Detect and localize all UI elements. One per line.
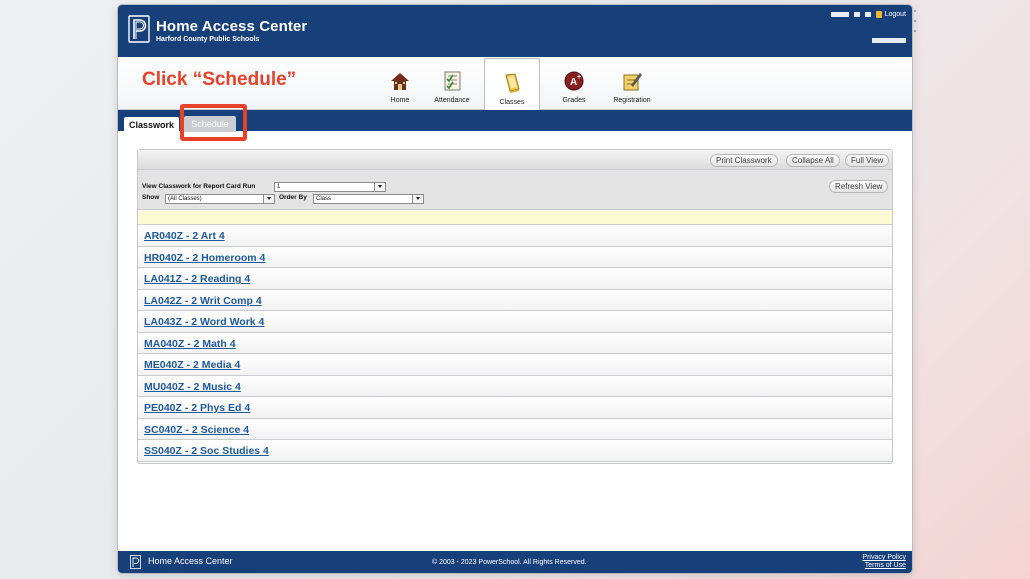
nav-registration[interactable]: Registration <box>604 62 660 108</box>
privacy-policy-link[interactable]: Privacy Policy <box>862 554 906 562</box>
chevron-down-icon <box>412 195 423 203</box>
list-item: ME040Z - 2 Media 4 <box>138 353 892 376</box>
nav-attendance[interactable]: Attendance <box>424 62 480 108</box>
district-name: Harford County Public Schools <box>156 36 260 43</box>
terms-of-use-link[interactable]: Terms of Use <box>862 562 906 570</box>
nav-grades[interactable]: A + Grades <box>546 62 602 108</box>
footer-links: Privacy Policy Terms of Use <box>862 554 906 570</box>
nav-home-label: Home <box>390 97 410 104</box>
print-classwork-button[interactable]: Print Classwork <box>710 154 778 167</box>
app-title: Home Access Center <box>156 18 308 35</box>
filter-bar: View Classwork for Report Card Run 1 Sho… <box>138 170 892 210</box>
class-link[interactable]: MA040Z - 2 Math 4 <box>144 338 236 350</box>
list-item: MU040Z - 2 Music 4 <box>138 374 892 397</box>
collapse-all-button[interactable]: Collapse All <box>786 154 840 167</box>
powerschool-logo-icon <box>130 555 141 569</box>
class-link[interactable]: LA041Z - 2 Reading 4 <box>144 273 250 285</box>
list-item: SC040Z - 2 Science 4 <box>138 417 892 440</box>
class-link[interactable]: MU040Z - 2 Music 4 <box>144 381 241 393</box>
redacted-user-name <box>830 12 849 17</box>
redacted-user-name <box>853 12 860 17</box>
panel-toolbar: Print Classwork Collapse All Full View <box>138 150 892 170</box>
full-view-button[interactable]: Full View <box>845 154 890 167</box>
top-nav: Click “Schedule” Home Attendance Classes… <box>118 57 912 110</box>
lock-icon <box>875 11 882 18</box>
list-item: SS040Z - 2 Soc Studies 4 <box>138 439 892 462</box>
chevron-down-icon <box>374 183 385 191</box>
class-link[interactable]: SC040Z - 2 Science 4 <box>144 424 249 436</box>
redacted-student-name <box>872 38 906 43</box>
nav-home[interactable]: Home <box>372 62 428 108</box>
order-by-value: Class <box>316 196 332 202</box>
nav-classes-label: Classes <box>499 99 525 106</box>
class-list: AR040Z - 2 Art 4 HR040Z - 2 Homeroom 4 L… <box>138 224 892 462</box>
refresh-view-button[interactable]: Refresh View <box>829 180 889 193</box>
class-link[interactable]: ME040Z - 2 Media 4 <box>144 359 240 371</box>
tab-classwork[interactable]: Classwork <box>124 117 180 133</box>
show-select[interactable]: (All Classes) <box>165 194 275 204</box>
grades-icon: A + <box>564 71 584 91</box>
class-link[interactable]: LA042Z - 2 Writ Comp 4 <box>144 295 262 307</box>
svg-text:+: + <box>577 74 581 81</box>
show-value: (All Classes) <box>168 196 202 202</box>
powerschool-logo-icon <box>128 15 150 43</box>
class-link[interactable]: HR040Z - 2 Homeroom 4 <box>144 252 265 264</box>
app-footer: Home Access Center © 2003 - 2023 PowerSc… <box>118 551 912 573</box>
book-icon <box>505 73 520 93</box>
nav-attendance-label: Attendance <box>434 97 470 104</box>
list-item: HR040Z - 2 Homeroom 4 <box>138 245 892 268</box>
order-by-label: Order By <box>279 194 307 201</box>
list-item: PE040Z - 2 Phys Ed 4 <box>138 396 892 419</box>
instruction-callout: Click “Schedule” <box>142 69 297 90</box>
nav-grades-label: Grades <box>562 97 586 104</box>
class-link[interactable]: SS040Z - 2 Soc Studies 4 <box>144 445 269 457</box>
browser-window: Home Access Center Harford County Public… <box>118 5 912 573</box>
class-link[interactable]: PE040Z - 2 Phys Ed 4 <box>144 402 250 414</box>
show-label: Show <box>142 194 160 201</box>
house-icon <box>391 73 409 90</box>
info-notice-bar <box>138 211 892 224</box>
report-card-run-label: View Classwork for Report Card Run <box>142 183 256 190</box>
list-item: LA043Z - 2 Word Work 4 <box>138 310 892 333</box>
logout-link[interactable]: Logout <box>875 11 906 18</box>
redacted-user-name <box>864 12 871 17</box>
more-options-icon[interactable] <box>912 10 918 32</box>
attendance-icon <box>444 71 461 91</box>
chevron-down-icon <box>263 195 274 203</box>
report-card-run-value: 1 <box>277 184 281 190</box>
report-card-run-select[interactable]: 1 <box>274 182 386 192</box>
user-area: Logout <box>830 11 906 18</box>
footer-title: Home Access Center <box>148 556 233 566</box>
class-link[interactable]: AR040Z - 2 Art 4 <box>144 230 225 242</box>
nav-registration-label: Registration <box>613 97 651 104</box>
list-item: LA041Z - 2 Reading 4 <box>138 267 892 290</box>
class-link[interactable]: LA043Z - 2 Word Work 4 <box>144 316 264 328</box>
app-header: Home Access Center Harford County Public… <box>118 5 912 57</box>
order-by-select[interactable]: Class <box>313 194 424 204</box>
list-item: AR040Z - 2 Art 4 <box>138 224 892 247</box>
classwork-panel: Print Classwork Collapse All Full View V… <box>137 149 893 464</box>
nav-classes[interactable]: Classes <box>484 58 540 110</box>
registration-icon <box>623 73 642 91</box>
schedule-highlight-box <box>180 104 247 141</box>
list-item: MA040Z - 2 Math 4 <box>138 331 892 354</box>
logout-label: Logout <box>884 11 906 18</box>
copyright-text: © 2003 - 2023 PowerSchool. All Rights Re… <box>432 559 587 566</box>
list-item: LA042Z - 2 Writ Comp 4 <box>138 288 892 311</box>
